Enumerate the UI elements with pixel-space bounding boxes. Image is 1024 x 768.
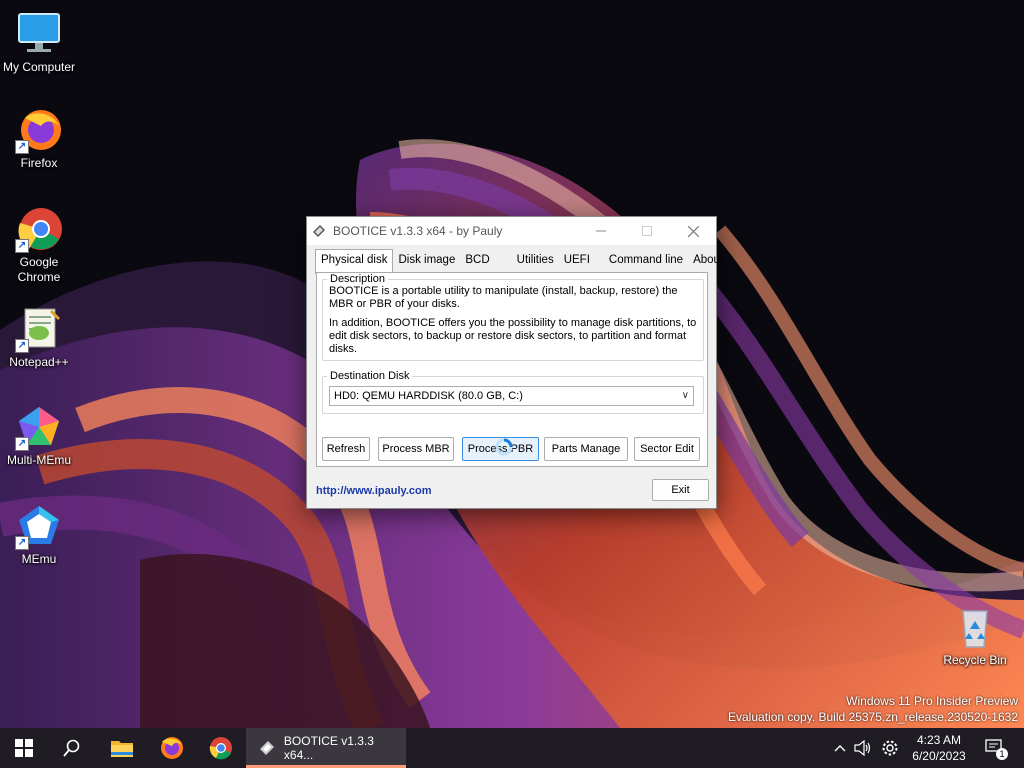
settings-button[interactable]	[879, 728, 901, 768]
chrome-taskbar-button[interactable]	[201, 728, 241, 768]
bootice-app-icon	[313, 225, 325, 237]
sector-edit-button[interactable]: Sector Edit	[634, 437, 700, 461]
bootice-app-icon	[260, 741, 274, 755]
recycle-bin-icon	[951, 603, 999, 651]
show-hidden-icons-button[interactable]	[830, 728, 850, 768]
tab-about[interactable]: About	[688, 251, 728, 272]
taskbar: BOOTICE v1.3.3 x64... 4:23 AM 6/20/2023 …	[0, 728, 1024, 768]
chevron-down-icon: ∨	[681, 390, 689, 401]
multi-memu-icon: ↗	[15, 403, 63, 451]
shortcut-arrow-icon: ↗	[15, 536, 29, 550]
computer-icon	[15, 10, 63, 58]
watermark-line-2: Evaluation copy. Build 25375.zn_release.…	[728, 710, 1018, 724]
firefox-taskbar-button[interactable]	[152, 728, 192, 768]
desktop-icon-recycle-bin[interactable]: Recycle Bin	[937, 603, 1013, 668]
description-paragraph-1: BOOTICE is a portable utility to manipul…	[329, 285, 678, 310]
desktop-icon-google-chrome[interactable]: ↗ Google Chrome	[1, 205, 77, 285]
ipauly-link[interactable]: http://www.ipauly.com	[316, 485, 432, 497]
close-button[interactable]	[670, 217, 716, 245]
windows-logo-icon	[15, 739, 33, 757]
desktop-icon-label: Google Chrome	[17, 255, 61, 284]
description-paragraph-2: In addition, BOOTICE offers you the poss…	[329, 317, 697, 355]
chrome-icon	[209, 737, 232, 760]
destination-disk-legend: Destination Disk	[330, 370, 410, 382]
notepad-plus-plus-icon: ↗	[15, 305, 63, 353]
bootice-window: BOOTICE v1.3.3 x64 - by Pauly Physical d…	[306, 216, 723, 509]
description-text: BOOTICE is a portable utility to manipul…	[323, 285, 703, 356]
desktop-icon-memu[interactable]: ↗ MEmu	[1, 502, 77, 567]
clock-time: 4:23 AM	[916, 733, 962, 747]
tab-physical-disk[interactable]: Physical disk	[315, 249, 394, 274]
gear-icon	[882, 740, 898, 756]
tab-bcd[interactable]: BCD	[460, 251, 511, 272]
desktop-icon-label: MEmu	[21, 552, 57, 566]
desktop-icon-label: My Computer	[2, 60, 76, 74]
desktop-icon-my-computer[interactable]: My Computer	[1, 10, 77, 75]
maximize-icon	[642, 226, 652, 236]
memu-icon: ↗	[15, 502, 63, 550]
tab-command-line[interactable]: Command line	[604, 251, 688, 272]
window-title: BOOTICE v1.3.3 x64 - by Pauly	[333, 224, 503, 238]
volume-button[interactable]	[852, 728, 874, 768]
desktop-icon-firefox[interactable]: ↗ Firefox	[1, 106, 77, 171]
taskbar-bootice-button[interactable]: BOOTICE v1.3.3 x64...	[246, 728, 406, 768]
notifications-button[interactable]: 1	[980, 728, 1010, 768]
refresh-button[interactable]: Refresh	[322, 437, 370, 461]
shortcut-arrow-icon: ↗	[15, 339, 29, 353]
shortcut-arrow-icon: ↗	[15, 140, 29, 154]
watermark-line-1: Windows 11 Pro Insider Preview	[846, 694, 1018, 708]
description-group: Description BOOTICE is a portable utilit…	[322, 273, 704, 361]
search-button[interactable]	[52, 728, 92, 768]
maximize-button[interactable]	[624, 217, 670, 245]
tab-uefi[interactable]: UEFI	[559, 251, 604, 272]
clock-date: 6/20/2023	[912, 749, 966, 763]
close-icon	[687, 225, 699, 237]
destination-disk-dropdown[interactable]: HD0: QEMU HARDDISK (80.0 GB, C:) ∨	[329, 386, 694, 406]
desktop-icon-multi-memu[interactable]: ↗ Multi-MEmu	[1, 403, 77, 468]
minimize-button[interactable]	[578, 217, 624, 245]
tab-utilities[interactable]: Utilities	[512, 251, 559, 272]
volume-icon	[854, 740, 871, 756]
search-icon	[63, 739, 80, 757]
start-button[interactable]	[4, 728, 44, 768]
firefox-icon	[161, 737, 183, 759]
folder-icon	[111, 741, 133, 757]
title-bar[interactable]: BOOTICE v1.3.3 x64 - by Pauly	[307, 217, 716, 245]
desktop-icon-label: Recycle Bin	[943, 653, 1007, 667]
chevron-up-icon	[834, 745, 846, 752]
shortcut-arrow-icon: ↗	[15, 437, 29, 451]
exit-button[interactable]: Exit	[652, 479, 709, 501]
tab-disk-image[interactable]: Disk image	[393, 251, 460, 272]
destination-disk-value: HD0: QEMU HARDDISK (80.0 GB, C:)	[334, 390, 523, 402]
description-legend: Description	[330, 273, 386, 285]
desktop-icon-label: Multi-MEmu	[6, 453, 71, 467]
destination-disk-group: Destination Disk HD0: QEMU HARDDISK (80.…	[322, 370, 704, 414]
notification-count-badge: 1	[996, 748, 1008, 760]
desktop-icon-label: Firefox	[20, 156, 58, 170]
desktop-icon-label: Notepad++	[9, 355, 69, 369]
desktop-icon-notepad-plus-plus[interactable]: ↗ Notepad++	[1, 305, 77, 370]
process-mbr-button[interactable]: Process MBR	[378, 437, 454, 461]
windows-watermark: Windows 11 Pro Insider Preview Evaluatio…	[728, 693, 1018, 725]
tab-strip: Physical disk Disk image BCD Utilities U…	[315, 249, 728, 274]
clock[interactable]: 4:23 AM 6/20/2023	[904, 728, 974, 768]
file-explorer-button[interactable]	[102, 728, 142, 768]
firefox-icon: ↗	[15, 106, 63, 154]
taskbar-task-label: BOOTICE v1.3.3 x64...	[283, 734, 374, 762]
parts-manage-button[interactable]: Parts Manage	[544, 437, 628, 461]
shortcut-arrow-icon: ↗	[15, 239, 29, 253]
busy-cursor-icon	[495, 438, 513, 456]
minimize-icon	[596, 230, 606, 232]
chrome-icon: ↗	[15, 205, 63, 253]
